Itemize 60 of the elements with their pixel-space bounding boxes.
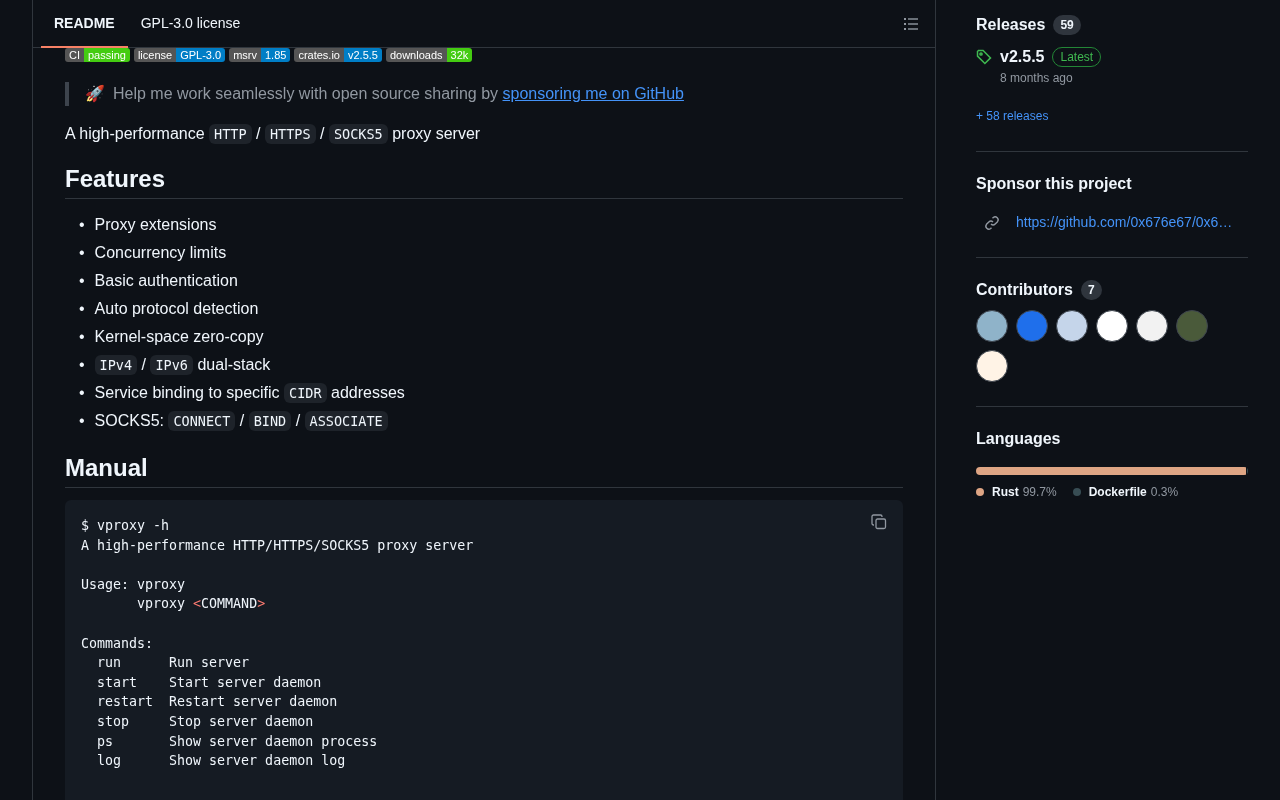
list-item: Kernel-space zero-copy (94, 327, 264, 347)
bullet: • (79, 411, 85, 431)
list-item: Proxy extensions (94, 215, 217, 235)
tag-icon (976, 49, 992, 65)
tab[interactable]: GPL-3.0 license (127, 0, 254, 48)
list-item: SOCKS5: CONNECT / BIND / ASSOCIATE (94, 409, 388, 433)
section-title: Sponsor this project (976, 174, 1133, 194)
bullet: • (79, 243, 85, 263)
avatar[interactable] (1096, 310, 1128, 342)
language-percent: 0.3% (1150, 484, 1179, 501)
avatar[interactable] (976, 350, 1008, 382)
release-time: 8 months ago (1000, 70, 1074, 87)
list-item: Basic authentication (94, 271, 238, 291)
section-title: Languages (976, 429, 1062, 449)
code-line: A high-performance HTTP/HTTPS/SOCKS5 proxy server (81, 536, 474, 555)
language-name[interactable]: Dockerfile (1088, 483, 1147, 501)
bullet: • (79, 383, 85, 403)
section-heading: Features (65, 164, 903, 199)
link-icon (984, 214, 1000, 231)
list-item: Service binding to specific CIDR addresses (94, 382, 405, 405)
section-heading: Manual (65, 453, 903, 488)
rocket-icon: 🚀 (85, 82, 105, 106)
bullet: • (79, 271, 85, 291)
quote-text: Help me work seamlessly with open source sharing by sponsoring me on GitHub (113, 84, 684, 104)
code-line: stop Stop server daemon (96, 712, 314, 731)
bullet: • (79, 215, 85, 235)
intro-text: A high-performance HTTP / HTTPS / SOCKS5 proxy server (65, 123, 482, 146)
color-dot (976, 488, 984, 496)
code-line: $ vproxy -h (81, 517, 170, 535)
code-line: ps Show server daemon process (96, 732, 378, 751)
language-name[interactable]: Rust (992, 483, 1019, 501)
list-item: Auto protocol detection (94, 299, 259, 319)
code-line: start Start server daemon (96, 673, 322, 692)
sponsor-link[interactable]: https://github.com/0x676e67/0x6… (1016, 212, 1233, 233)
section-title: Releases (976, 15, 1046, 35)
list-item: IPv4 / IPv6 dual-stack (94, 353, 271, 377)
releases-link[interactable]: + 58 releases (976, 109, 1049, 123)
code-line: restart Restart server daemon (96, 693, 338, 712)
bullet: • (79, 355, 85, 375)
bullet: • (79, 299, 85, 319)
release-version[interactable]: v2.5.5 (1000, 45, 1045, 69)
bullet: • (79, 327, 85, 347)
count-label: 7 (1080, 280, 1102, 300)
avatar[interactable] (1136, 310, 1168, 342)
copy-icon[interactable] (871, 514, 887, 530)
sponsor-link[interactable]: sponsoring me on GitHub (502, 85, 684, 102)
list-item: Concurrency limits (94, 243, 227, 263)
code-line: run Run server (96, 654, 250, 673)
code-line: Usage: vproxy (81, 575, 186, 594)
section-title: Contributors (976, 280, 1073, 300)
avatar[interactable] (976, 310, 1008, 342)
tab[interactable]: README (41, 0, 128, 48)
language-percent: 99.7% (1022, 484, 1057, 501)
outline-icon[interactable] (903, 15, 919, 32)
avatar[interactable] (1056, 310, 1088, 342)
count-label: 59 (1053, 15, 1081, 35)
color-dot (1072, 488, 1081, 496)
code-line: vproxy <COMMAND> (136, 595, 266, 614)
code-line: log Show server daemon log (96, 752, 346, 771)
code-line: Commands: (81, 634, 154, 653)
